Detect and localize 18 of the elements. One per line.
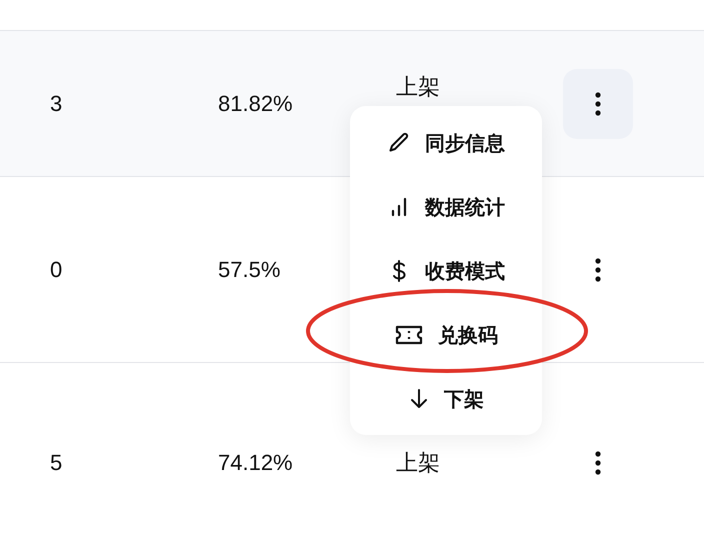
- table-cell-text: 5: [50, 450, 64, 476]
- more-icon: [595, 451, 601, 475]
- table-cell-text: 81.82%: [218, 90, 294, 116]
- more-button[interactable]: [563, 68, 633, 138]
- ticket-icon: [394, 324, 424, 346]
- menu-item[interactable]: 下架: [350, 367, 542, 431]
- table-cell-text: 57.5%: [218, 256, 282, 282]
- table-cell-text: 3: [50, 90, 64, 116]
- table-cell-text: 上架: [396, 75, 441, 100]
- arrow-down-icon: [408, 387, 430, 411]
- more-icon: [595, 258, 601, 282]
- table-cell-text: 上架: [396, 449, 441, 477]
- table-cell-text: 74.12%: [218, 450, 294, 476]
- menu-item[interactable]: 收费模式: [350, 239, 542, 303]
- table-cell-text: 0: [50, 256, 64, 282]
- menu-item[interactable]: 数据统计: [350, 175, 542, 239]
- menu-item[interactable]: 同步信息: [350, 111, 542, 175]
- more-icon: [595, 92, 601, 116]
